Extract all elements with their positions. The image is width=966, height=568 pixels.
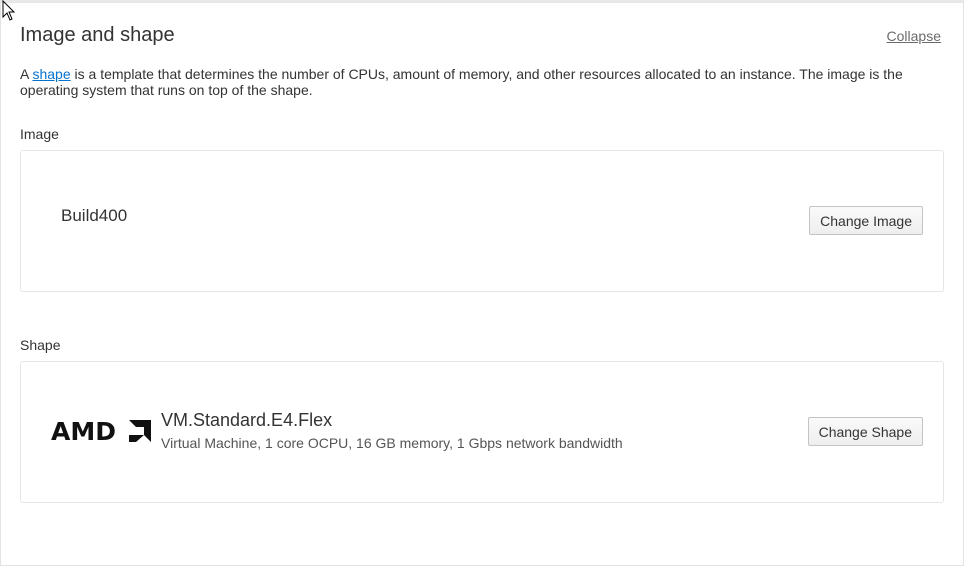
image-name: Build400 [61, 206, 128, 225]
description-suffix: is a template that determines the number… [20, 66, 903, 98]
image-section-label: Image [20, 126, 59, 142]
shape-help-link[interactable]: shape [32, 66, 70, 82]
shape-name: VM.Standard.E4.Flex [161, 410, 333, 430]
change-shape-button[interactable]: Change Shape [807, 417, 923, 446]
section-description: A shape is a template that determines th… [20, 66, 930, 98]
image-and-shape-panel: Image and shape Collapse A shape is a te… [0, 0, 964, 566]
image-card: Build400 Change Image [20, 150, 944, 292]
amd-logo-icon: AMD [51, 418, 151, 444]
description-prefix: A [20, 66, 33, 82]
shape-card: AMD VM.Standard.E4.Flex Virtual Machine,… [20, 361, 944, 503]
shape-section-label: Shape [20, 337, 61, 353]
section-title: Image and shape [20, 24, 175, 46]
mouse-pointer-icon [2, 0, 16, 21]
shape-details: Virtual Machine, 1 core OCPU, 16 GB memo… [161, 435, 623, 451]
collapse-link[interactable]: Collapse [887, 28, 941, 44]
svg-text:AMD: AMD [51, 418, 116, 444]
change-image-button[interactable]: Change Image [809, 206, 923, 235]
